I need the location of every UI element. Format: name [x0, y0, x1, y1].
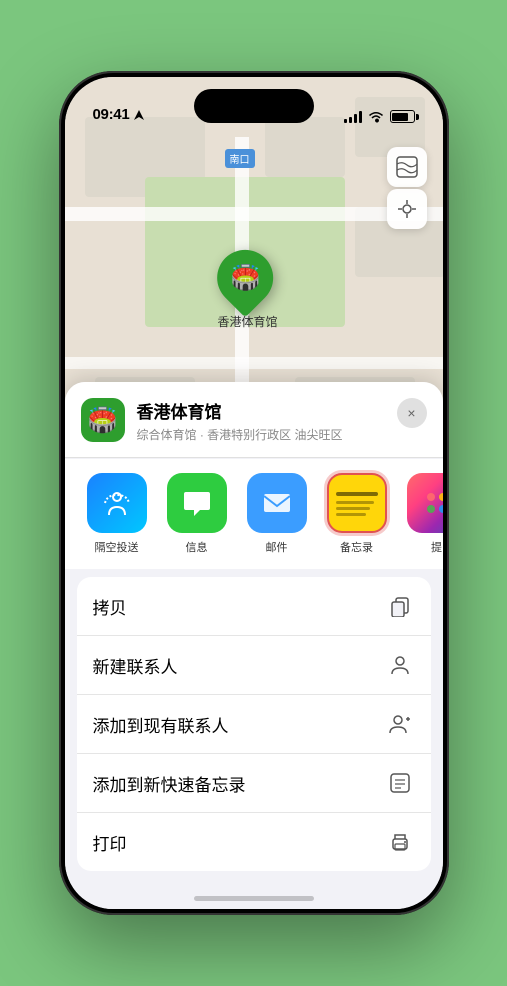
phone-frame: 09:41	[59, 71, 449, 915]
venue-name: 香港体育馆	[137, 398, 385, 423]
airdrop-icon	[87, 473, 147, 533]
copy-icon	[385, 591, 415, 621]
status-time: 09:41	[93, 106, 130, 123]
battery-icon	[390, 110, 415, 123]
marker-pin: 🏟️	[205, 238, 284, 317]
add-existing-icon	[385, 709, 415, 739]
close-button[interactable]: ×	[397, 398, 427, 428]
dynamic-island	[194, 89, 314, 123]
map-type-button[interactable]	[387, 147, 427, 187]
location-arrow-icon	[133, 109, 145, 121]
share-app-messages[interactable]: 信息	[161, 473, 233, 555]
venue-icon: 🏟️	[81, 398, 125, 442]
copy-label: 拷贝	[93, 594, 385, 619]
messages-icon	[167, 473, 227, 533]
action-new-contact[interactable]: 新建联系人	[77, 636, 431, 695]
add-existing-label: 添加到现有联系人	[93, 712, 385, 737]
new-contact-label: 新建联系人	[93, 653, 385, 678]
messages-label: 信息	[186, 539, 208, 555]
location-header: 🏟️ 香港体育馆 综合体育馆 · 香港特别行政区 油尖旺区 ×	[65, 382, 443, 458]
share-app-airdrop[interactable]: 隔空投送	[81, 473, 153, 555]
map-label: 南口	[225, 149, 255, 168]
new-contact-icon	[385, 650, 415, 680]
share-apps-container: 隔空投送 信息	[65, 459, 443, 569]
share-app-notes[interactable]: 备忘录	[321, 473, 393, 555]
location-marker: 🏟️ 香港体育馆	[217, 247, 277, 330]
bottom-sheet: 🏟️ 香港体育馆 综合体育馆 · 香港特别行政区 油尖旺区 ×	[65, 382, 443, 909]
print-icon	[385, 827, 415, 857]
venue-subtitle: 综合体育馆 · 香港特别行政区 油尖旺区	[137, 426, 385, 443]
location-info: 香港体育馆 综合体育馆 · 香港特别行政区 油尖旺区	[137, 398, 385, 443]
phone-screen: 09:41	[65, 77, 443, 909]
action-add-notes[interactable]: 添加到新快速备忘录	[77, 754, 431, 813]
share-app-more[interactable]: 提	[401, 473, 443, 555]
status-icons	[344, 110, 415, 123]
notes-icon	[327, 473, 387, 533]
action-print[interactable]: 打印	[77, 813, 431, 871]
marker-label: 香港体育馆	[217, 313, 277, 330]
mail-icon	[247, 473, 307, 533]
share-apps-row: 隔空投送 信息	[81, 473, 427, 555]
more-icon	[407, 473, 443, 533]
add-notes-label: 添加到新快速备忘录	[93, 771, 385, 796]
map-controls	[387, 147, 427, 229]
home-indicator	[194, 896, 314, 901]
share-app-mail[interactable]: 邮件	[241, 473, 313, 555]
more-label: 提	[431, 539, 442, 555]
add-notes-icon	[385, 768, 415, 798]
action-list: 拷贝 新建联系人	[77, 577, 431, 871]
wifi-icon	[368, 111, 384, 123]
signal-icon	[344, 111, 362, 123]
print-label: 打印	[93, 830, 385, 855]
mail-label: 邮件	[266, 539, 288, 555]
location-button[interactable]	[387, 189, 427, 229]
airdrop-label: 隔空投送	[95, 539, 139, 555]
action-copy[interactable]: 拷贝	[77, 577, 431, 636]
action-add-existing[interactable]: 添加到现有联系人	[77, 695, 431, 754]
notes-label: 备忘录	[340, 539, 373, 555]
